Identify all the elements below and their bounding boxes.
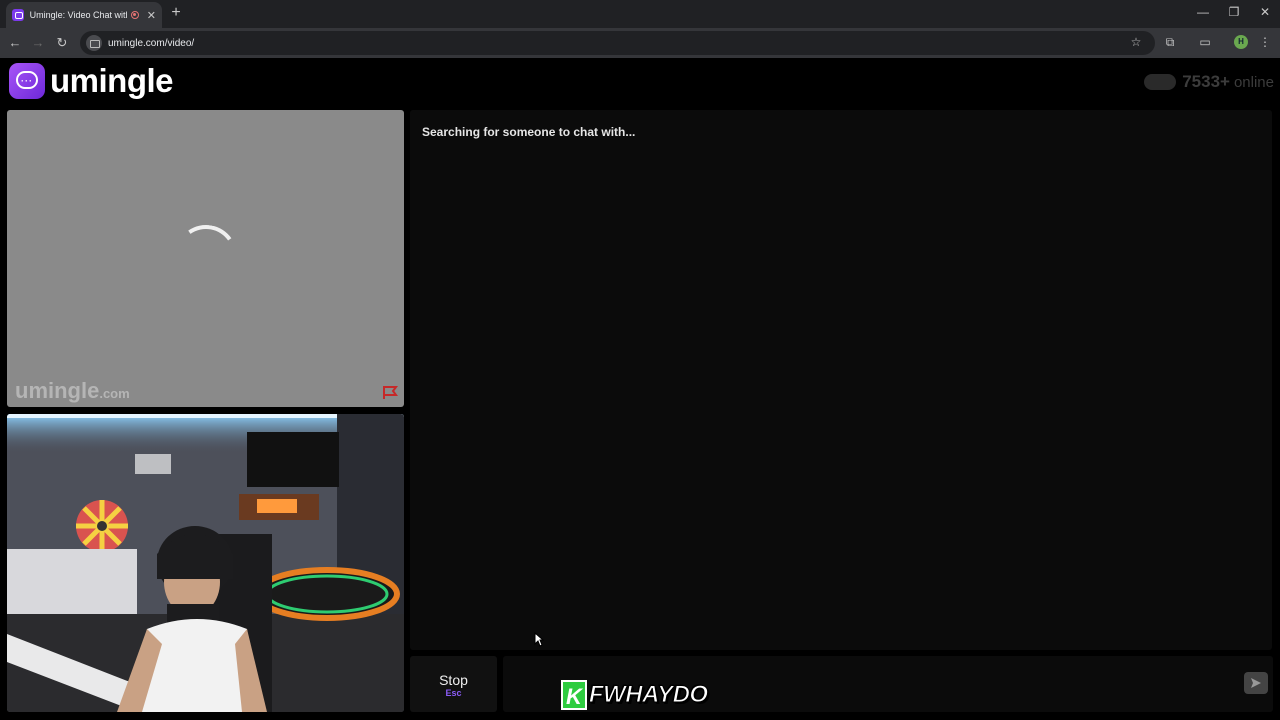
cast-icon[interactable]: ▭ bbox=[1197, 35, 1213, 49]
forward-arrow-icon[interactable]: → bbox=[29, 34, 47, 52]
stop-shortcut-hint: Esc bbox=[445, 688, 462, 698]
url-text: umingle.com/video/ bbox=[108, 37, 195, 49]
streamer-name-overlay: K FWHAYDO bbox=[561, 680, 709, 710]
watermark-text: umingle bbox=[15, 378, 100, 403]
browser-toolbar: ← → ↻ umingle.com/video/ ☆ ⧉ ▭ ⋮ bbox=[0, 28, 1280, 58]
back-arrow-icon[interactable]: ← bbox=[6, 34, 24, 52]
chat-log-panel: Searching for someone to chat with... bbox=[410, 110, 1272, 650]
online-toggle[interactable] bbox=[1144, 74, 1177, 90]
webcam-scene bbox=[7, 414, 404, 712]
new-tab-button[interactable]: + bbox=[168, 4, 184, 22]
chat-status-message: Searching for someone to chat with... bbox=[422, 125, 636, 139]
umingle-logo-icon[interactable]: ··· bbox=[9, 63, 45, 99]
send-button[interactable] bbox=[1244, 672, 1268, 694]
send-icon bbox=[1251, 678, 1261, 688]
extensions-icon[interactable]: ⧉ bbox=[1162, 35, 1178, 50]
watermark-suffix: .com bbox=[99, 386, 130, 401]
online-count: 7533+ bbox=[1182, 72, 1230, 91]
browser-tab[interactable]: Umingle: Video Chat with S ✕ bbox=[6, 2, 162, 28]
site-logo-text[interactable]: umingle bbox=[50, 62, 174, 100]
loading-spinner-icon bbox=[170, 220, 242, 292]
report-flag-icon[interactable] bbox=[382, 386, 398, 400]
maximize-button[interactable]: ❐ bbox=[1224, 5, 1244, 19]
profile-avatar[interactable]: H bbox=[1234, 35, 1248, 49]
minimize-button[interactable]: — bbox=[1193, 5, 1213, 19]
streamer-name: FWHAYDO bbox=[588, 681, 708, 709]
tab-title: Umingle: Video Chat with S bbox=[29, 10, 127, 20]
tab-close-icon[interactable]: ✕ bbox=[147, 9, 156, 22]
recording-indicator-icon bbox=[130, 11, 139, 19]
stranger-video: umingle.com bbox=[7, 110, 404, 407]
umingle-favicon-icon bbox=[12, 9, 24, 21]
address-bar[interactable]: umingle.com/video/ bbox=[80, 31, 1155, 55]
bookmark-star-icon[interactable]: ☆ bbox=[1128, 35, 1144, 49]
close-window-button[interactable]: ✕ bbox=[1255, 5, 1275, 19]
video-watermark: umingle.com bbox=[15, 378, 130, 404]
stop-button-label: Stop bbox=[439, 672, 468, 688]
browser-tabbar: Umingle: Video Chat with S ✕ + — ❐ ✕ bbox=[0, 0, 1280, 28]
mouse-cursor-icon bbox=[534, 632, 544, 647]
streamer-badge: K bbox=[561, 680, 587, 710]
online-label: online bbox=[1233, 73, 1274, 91]
stop-button[interactable]: Stop Esc bbox=[410, 656, 497, 712]
online-indicator: 7533+ online bbox=[1144, 72, 1274, 92]
reload-icon[interactable]: ↻ bbox=[53, 34, 71, 52]
site-info-icon[interactable] bbox=[86, 35, 102, 51]
menu-dots-icon[interactable]: ⋮ bbox=[1257, 35, 1273, 49]
self-webcam-video bbox=[7, 414, 404, 712]
